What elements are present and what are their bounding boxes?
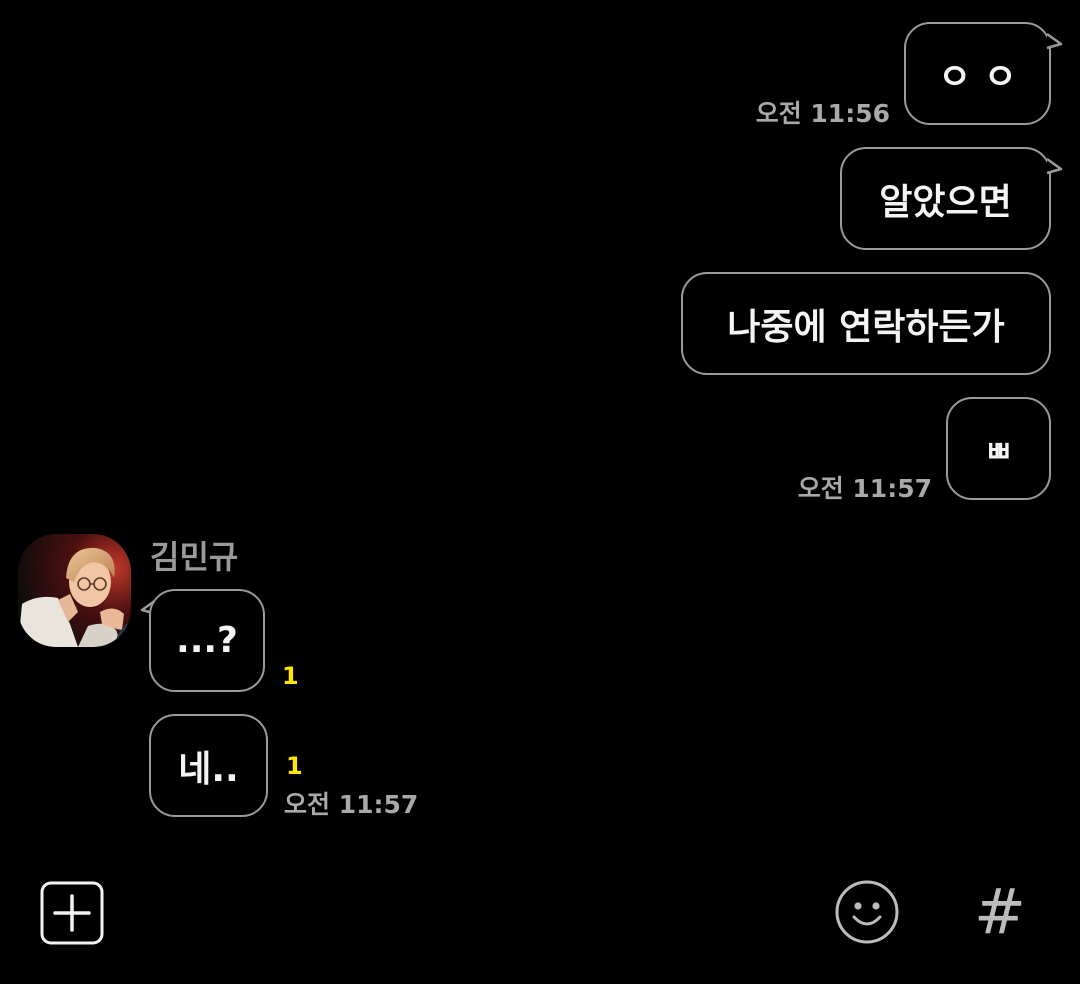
hashtag-button[interactable]: # — [970, 877, 1030, 947]
sent-message-bubble[interactable]: ㅃ — [946, 397, 1051, 500]
message-timestamp: 오전 11:57 — [797, 474, 932, 503]
unread-count: 1 — [282, 662, 299, 690]
emoji-button[interactable] — [834, 879, 900, 945]
message-timestamp: 오전 11:56 — [755, 99, 890, 128]
bubble-tail — [1046, 157, 1063, 175]
plus-button[interactable] — [40, 881, 104, 945]
avatar-photo — [18, 534, 131, 647]
sent-message-bubble[interactable]: 나중에 연락하든가 — [681, 272, 1051, 375]
message-text: ㅇ ㅇ — [938, 56, 1017, 98]
unread-count: 1 — [286, 752, 303, 780]
message-text: ...? — [176, 620, 238, 661]
received-message-bubble[interactable]: 네.. — [149, 714, 268, 817]
message-text: 네.. — [178, 748, 239, 790]
avatar[interactable] — [18, 534, 131, 647]
hashtag-icon: # — [974, 875, 1026, 948]
sent-message-bubble[interactable]: 알았으면 — [840, 147, 1051, 250]
message-text: 나중에 연락하든가 — [727, 306, 1005, 348]
message-text: 알았으면 — [879, 181, 1012, 223]
message-timestamp: 오전 11:57 — [284, 790, 419, 819]
smiley-icon — [835, 880, 899, 944]
received-message-bubble[interactable]: ...? — [149, 589, 265, 692]
sent-message-bubble[interactable]: ㅇ ㅇ — [904, 22, 1051, 125]
bubble-tail — [1046, 32, 1063, 50]
message-text: ㅃ — [984, 434, 1013, 470]
plus-square-icon — [40, 881, 104, 945]
sender-name: 김민규 — [150, 538, 239, 576]
